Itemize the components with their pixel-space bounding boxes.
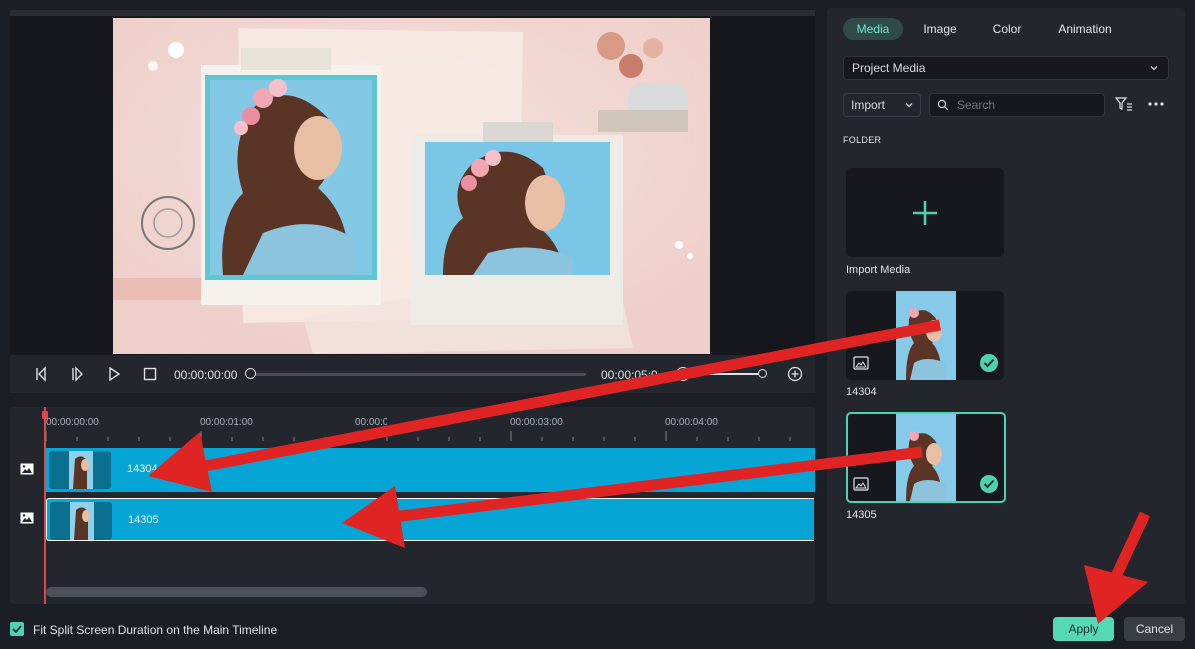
search-icon: [937, 99, 949, 111]
media-source-select[interactable]: Project Media: [843, 56, 1169, 80]
filter-icon: [1115, 97, 1132, 111]
media-item-label: 14304: [846, 386, 877, 398]
apply-button[interactable]: Apply: [1053, 617, 1114, 641]
tab-image[interactable]: Image: [915, 18, 965, 40]
image-icon: [853, 477, 869, 491]
cancel-button[interactable]: Cancel: [1124, 617, 1185, 641]
track-1-header[interactable]: [10, 446, 45, 492]
clip-label: 14305: [128, 514, 159, 526]
preview-topbar: [10, 10, 815, 16]
media-item-card-selected[interactable]: [846, 412, 1006, 503]
stop-button[interactable]: [140, 364, 160, 384]
volume-icon[interactable]: [676, 367, 690, 381]
timeline-clip[interactable]: 14304: [46, 448, 815, 492]
import-label: Import: [851, 98, 886, 112]
timeline-ruler[interactable]: 00:00:00:00 00:00:01:00 00:00:02:00 00:0…: [44, 407, 815, 447]
check-badge: [980, 475, 998, 493]
import-media-card[interactable]: [846, 168, 1004, 257]
preview-canvas: [113, 18, 710, 354]
image-track-icon: [20, 512, 34, 524]
folder-heading: FOLDER: [843, 135, 882, 145]
plus-icon: [913, 201, 937, 225]
next-frame-button[interactable]: [68, 364, 88, 384]
play-icon: [109, 366, 121, 382]
ruler-ticks: [45, 431, 791, 441]
preview-collage-image: [113, 18, 710, 354]
tab-color[interactable]: Color: [982, 18, 1032, 40]
fit-duration-checkbox[interactable]: [10, 622, 24, 636]
import-dropdown[interactable]: Import: [843, 93, 921, 117]
timeline-clip-selected[interactable]: 14305: [46, 498, 814, 541]
clip-thumbnail: [49, 451, 111, 489]
check-icon: [983, 479, 995, 489]
media-thumbnail: [896, 414, 956, 501]
more-icon: [1148, 102, 1164, 106]
filter-button[interactable]: [1115, 96, 1133, 112]
media-panel: Media Image Color Animation Project Medi…: [827, 8, 1185, 604]
playhead-handle[interactable]: [42, 411, 48, 419]
image-track-icon: [20, 463, 34, 475]
more-button[interactable]: [1146, 96, 1166, 112]
media-source-value: Project Media: [852, 61, 926, 75]
media-item-card[interactable]: [846, 291, 1004, 380]
timeline-scrollbar[interactable]: [46, 587, 427, 597]
end-timecode: 00:00:05:00: [601, 368, 657, 382]
clip-label: 14304: [127, 463, 158, 475]
playback-progress-track[interactable]: [250, 373, 586, 376]
playhead[interactable]: [44, 407, 46, 604]
play-button[interactable]: [104, 364, 124, 384]
track-2-header[interactable]: [10, 495, 45, 541]
tab-animation[interactable]: Animation: [1050, 18, 1120, 40]
stop-icon: [143, 367, 157, 381]
media-item-label: 14305: [846, 509, 877, 521]
check-icon: [12, 625, 22, 633]
image-icon: [853, 356, 869, 370]
media-thumbnail: [896, 291, 956, 380]
prev-frame-icon: [36, 366, 46, 382]
current-timecode: 00:00:00:00: [174, 368, 238, 382]
timeline-panel: 00:00:00:00 00:00:01:00 00:00:02:00 00:0…: [10, 407, 815, 604]
search-field[interactable]: [929, 93, 1105, 117]
check-badge: [980, 354, 998, 372]
search-input[interactable]: [955, 97, 1099, 113]
clip-thumbnail: [50, 502, 112, 540]
import-media-label: Import Media: [846, 264, 911, 276]
zoom-in-icon: [787, 366, 803, 382]
next-frame-icon: [72, 366, 83, 382]
zoom-in-button[interactable]: [785, 364, 805, 384]
prev-frame-button[interactable]: [32, 364, 52, 384]
chevron-down-icon: [905, 103, 913, 108]
tab-media[interactable]: Media: [843, 18, 903, 40]
fit-duration-label: Fit Split Screen Duration on the Main Ti…: [33, 623, 278, 637]
chevron-down-icon: [1150, 66, 1158, 71]
zoom-slider-track[interactable]: [700, 373, 762, 375]
check-icon: [983, 358, 995, 368]
playback-progress-handle[interactable]: [245, 368, 256, 379]
zoom-slider-handle[interactable]: [758, 369, 767, 378]
